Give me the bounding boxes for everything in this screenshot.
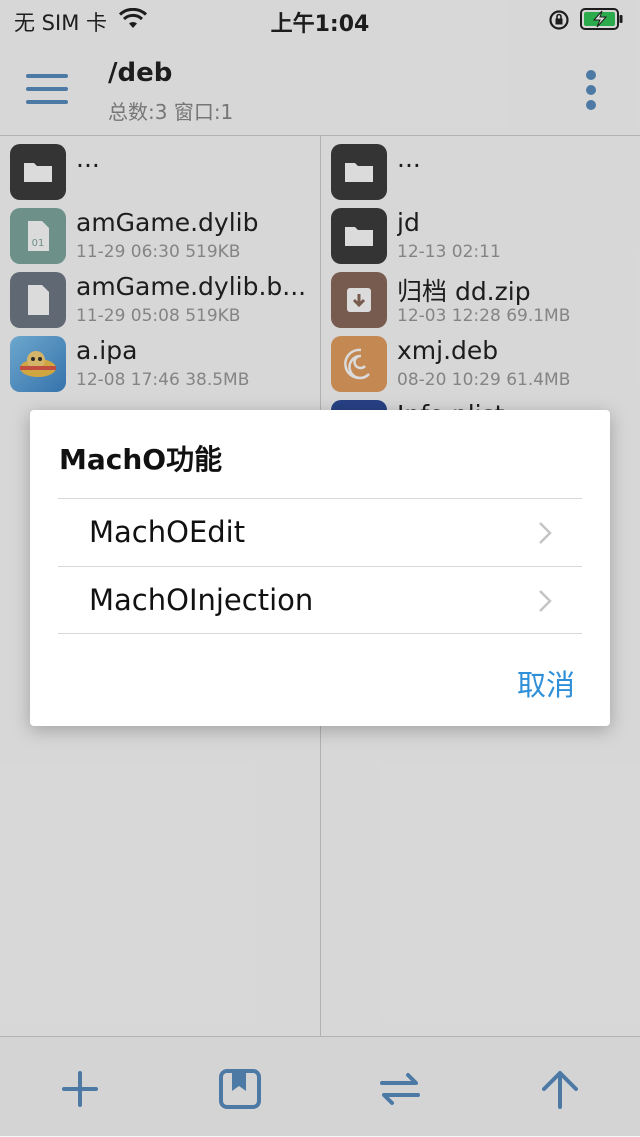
divider [58,633,582,634]
cancel-button[interactable]: 取消 [517,662,575,704]
machoinjection-option[interactable]: MachOInjection [58,567,582,634]
option-label: MachOEdit [89,515,246,549]
option-label: MachOInjection [89,583,314,617]
dialog-title: MachO功能 [59,443,223,476]
chevron-right-icon [539,590,552,612]
macho-action-dialog: MachO功能 MachOEdit MachOInjection 取消 [30,410,610,726]
machoedit-option[interactable]: MachOEdit [58,499,582,566]
chevron-right-icon [539,522,552,544]
